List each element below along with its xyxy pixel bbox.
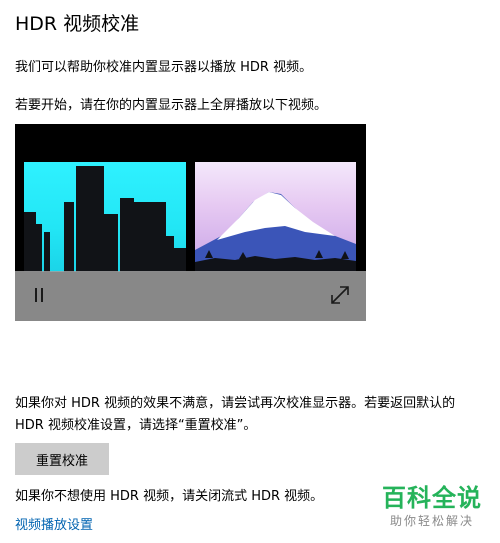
calibration-video-player[interactable] <box>15 124 366 321</box>
snowy-mountain-frame <box>195 162 356 272</box>
disable-hdr-text: 如果你不想使用 HDR 视频，请关闭流式 HDR 视频。 <box>15 489 324 504</box>
page-title: HDR 视频校准 <box>15 13 140 35</box>
city-skyline-frame <box>24 162 186 272</box>
video-controls-bar <box>15 271 366 321</box>
hdr-calibration-page: HDR 视频校准 我们可以帮助你校准内置显示器以播放 HDR 视频。 若要开始，… <box>0 0 500 543</box>
reset-calibration-button[interactable]: 重置校准 <box>15 443 109 475</box>
video-playback-settings-link[interactable]: 视频播放设置 <box>15 515 93 537</box>
watermark-main-text: 百科全说 <box>382 484 482 512</box>
fullscreen-expand-icon[interactable] <box>329 284 351 306</box>
retry-calibration-text: 如果你对 HDR 视频的效果不满意，请尝试再次校准显示器。若要返回默认的 HDR… <box>15 396 456 433</box>
instruction-text: 若要开始，请在你的内置显示器上全屏播放以下视频。 <box>15 98 328 113</box>
watermark-logo: 百科全说 助你轻松解决 <box>372 483 492 529</box>
mountain-illustration <box>195 192 356 272</box>
watermark-sub-text: 助你轻松解决 <box>389 514 474 528</box>
pause-icon[interactable] <box>32 286 46 304</box>
intro-text: 我们可以帮助你校准内置显示器以播放 HDR 视频。 <box>15 60 313 75</box>
